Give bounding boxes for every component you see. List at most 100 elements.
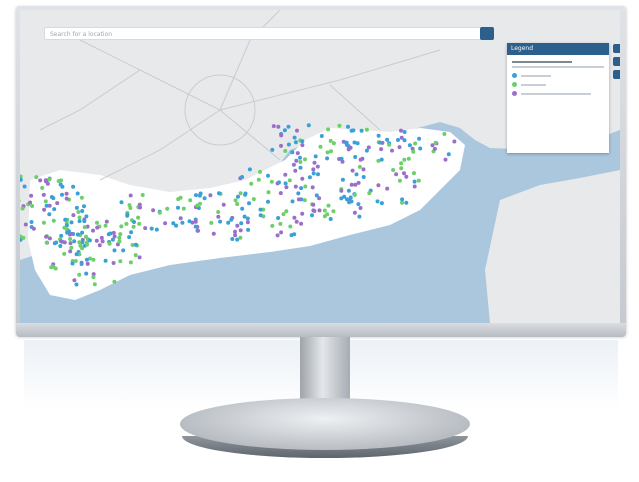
site-marker[interactable]: [28, 200, 33, 205]
site-marker[interactable]: [62, 251, 67, 256]
site-marker[interactable]: [299, 221, 304, 226]
site-marker[interactable]: [119, 224, 124, 229]
site-marker[interactable]: [243, 191, 248, 196]
site-marker[interactable]: [249, 181, 254, 186]
site-marker[interactable]: [238, 235, 243, 240]
site-marker[interactable]: [62, 225, 67, 230]
site-marker[interactable]: [355, 141, 360, 146]
site-marker[interactable]: [352, 192, 357, 197]
site-marker[interactable]: [404, 200, 409, 205]
site-marker[interactable]: [240, 175, 245, 179]
site-marker[interactable]: [348, 145, 353, 150]
site-marker[interactable]: [258, 207, 263, 212]
site-marker[interactable]: [402, 130, 407, 134]
site-marker[interactable]: [295, 128, 299, 133]
site-marker[interactable]: [417, 136, 422, 141]
zoom-in-button[interactable]: [613, 57, 620, 66]
site-marker[interactable]: [77, 240, 82, 245]
site-marker[interactable]: [29, 193, 34, 198]
site-marker[interactable]: [293, 140, 298, 145]
site-marker[interactable]: [127, 235, 132, 240]
site-marker[interactable]: [277, 180, 281, 185]
site-marker[interactable]: [364, 148, 369, 153]
site-marker[interactable]: [346, 124, 350, 129]
site-marker[interactable]: [21, 235, 26, 240]
site-marker[interactable]: [41, 220, 46, 225]
site-marker[interactable]: [226, 220, 231, 225]
site-marker[interactable]: [92, 282, 97, 287]
site-marker[interactable]: [315, 164, 320, 169]
site-marker[interactable]: [385, 137, 390, 142]
site-marker[interactable]: [276, 124, 281, 129]
site-marker[interactable]: [284, 185, 289, 190]
site-marker[interactable]: [397, 145, 402, 150]
site-marker[interactable]: [400, 197, 405, 202]
site-marker[interactable]: [348, 195, 353, 200]
site-marker[interactable]: [79, 195, 84, 200]
site-marker[interactable]: [396, 138, 400, 142]
site-marker[interactable]: [359, 128, 364, 133]
site-marker[interactable]: [233, 229, 237, 234]
site-marker[interactable]: [124, 221, 129, 226]
site-marker[interactable]: [196, 228, 200, 233]
site-marker[interactable]: [193, 219, 198, 224]
site-marker[interactable]: [246, 227, 251, 232]
site-marker[interactable]: [375, 199, 380, 204]
site-marker[interactable]: [60, 192, 64, 197]
site-marker[interactable]: [294, 158, 299, 163]
site-marker[interactable]: [97, 243, 102, 248]
site-marker[interactable]: [325, 156, 330, 161]
site-marker[interactable]: [68, 237, 73, 241]
site-marker[interactable]: [300, 211, 305, 216]
site-marker[interactable]: [302, 198, 307, 203]
site-marker[interactable]: [100, 239, 105, 244]
site-marker[interactable]: [319, 134, 324, 138]
site-marker[interactable]: [111, 261, 116, 265]
site-marker[interactable]: [82, 225, 87, 230]
site-marker[interactable]: [22, 184, 27, 189]
site-marker[interactable]: [112, 234, 117, 239]
site-marker[interactable]: [443, 157, 448, 162]
site-marker[interactable]: [354, 172, 359, 177]
site-marker[interactable]: [318, 144, 323, 149]
site-marker[interactable]: [266, 199, 270, 204]
site-marker[interactable]: [279, 133, 284, 138]
site-marker[interactable]: [188, 198, 193, 203]
site-marker[interactable]: [95, 225, 100, 230]
search-button[interactable]: [480, 27, 494, 40]
site-marker[interactable]: [70, 261, 75, 266]
site-marker[interactable]: [71, 213, 76, 218]
site-marker[interactable]: [187, 219, 192, 224]
site-marker[interactable]: [157, 210, 162, 215]
site-marker[interactable]: [269, 179, 274, 184]
site-marker[interactable]: [193, 224, 198, 229]
site-marker[interactable]: [296, 191, 301, 196]
site-marker[interactable]: [77, 272, 82, 277]
site-marker[interactable]: [111, 230, 116, 235]
site-marker[interactable]: [85, 261, 90, 266]
legend-header[interactable]: Legend: [507, 43, 609, 55]
site-marker[interactable]: [72, 278, 77, 283]
site-marker[interactable]: [413, 141, 418, 146]
site-marker[interactable]: [299, 186, 304, 191]
site-marker[interactable]: [397, 178, 402, 183]
site-marker[interactable]: [412, 179, 417, 184]
site-marker[interactable]: [47, 177, 52, 182]
site-marker[interactable]: [85, 242, 89, 247]
site-marker[interactable]: [289, 233, 294, 238]
site-marker[interactable]: [303, 184, 308, 189]
site-marker[interactable]: [149, 226, 154, 231]
site-marker[interactable]: [49, 195, 54, 199]
site-marker[interactable]: [218, 219, 223, 224]
site-marker[interactable]: [117, 235, 122, 240]
site-marker[interactable]: [317, 196, 322, 201]
site-marker[interactable]: [107, 241, 112, 246]
site-marker[interactable]: [346, 188, 351, 193]
site-marker[interactable]: [402, 171, 406, 176]
site-marker[interactable]: [112, 248, 117, 253]
legend-toggle-button[interactable]: [613, 44, 620, 53]
site-marker[interactable]: [74, 205, 79, 210]
site-marker[interactable]: [230, 237, 235, 241]
site-marker[interactable]: [331, 141, 336, 146]
site-marker[interactable]: [311, 167, 316, 172]
